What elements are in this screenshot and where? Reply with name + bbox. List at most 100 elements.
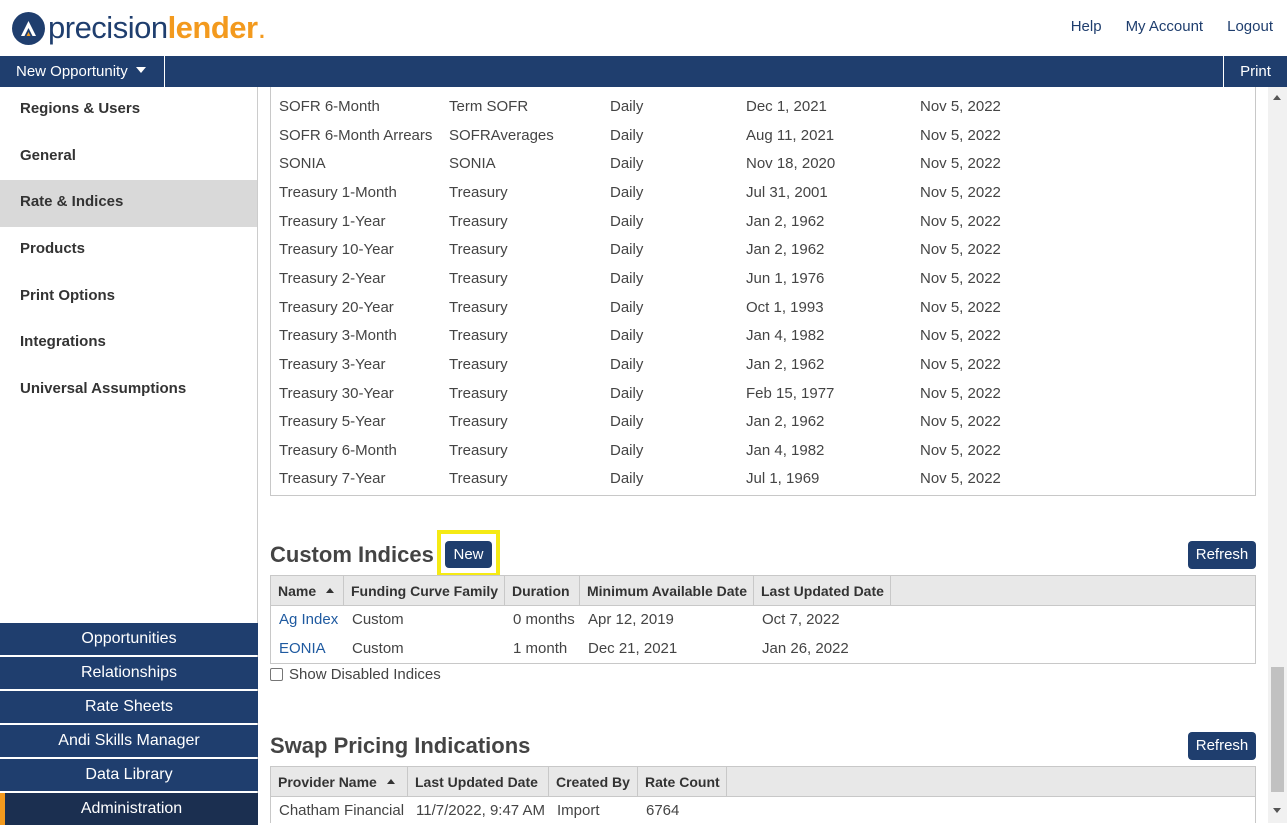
last-updated-date-cell: Nov 5, 2022 <box>920 298 1001 316</box>
table-row[interactable]: SOFR 6-Month Term SOFR Daily Dec 1, 2021 Nov… <box>271 92 1255 121</box>
funding-curve-family-cell: Term SOFR <box>449 98 529 115</box>
custom-indices-title: Custom Indices <box>270 542 434 567</box>
column-header-funding-curve-family[interactable]: Funding Curve Family <box>344 576 505 606</box>
table-row[interactable]: SOFR 6-Month Arrears SOFRAverages Daily Aug… <box>271 121 1255 150</box>
frequency-cell: Daily <box>610 155 644 173</box>
table-row[interactable]: Treasury 20-Year Treasury Daily Oct 1, 1993… <box>271 293 1255 322</box>
funding-curve-family-cell: Treasury <box>449 470 508 488</box>
last-updated-date-cell: Nov 5, 2022 <box>920 155 1001 173</box>
column-header-last-updated-date[interactable]: Last Updated Date <box>754 576 891 606</box>
nav-relationships[interactable]: Relationships <box>0 657 258 689</box>
table-row[interactable]: Treasury 5-Year Treasury Daily Jan 2, 1962 N… <box>271 407 1255 436</box>
swap-pricing-refresh-button[interactable]: Refresh <box>1188 732 1256 760</box>
logo-wordmark-part2: lender <box>167 10 259 45</box>
column-header-minimum-available-date[interactable]: Minimum Available Date <box>580 576 754 606</box>
top-links: Help My Account Logout <box>1071 18 1273 35</box>
custom-indices-grid: Name Funding Curve Family Duration Minim… <box>270 575 1256 664</box>
table-row[interactable]: Treasury 1-Year Treasury Daily Jan 2, 1962 N… <box>271 207 1255 236</box>
table-row[interactable]: Treasury 3-Year Treasury Daily Jan 2, 1962 N… <box>271 350 1255 379</box>
print-button[interactable]: Print <box>1223 56 1287 87</box>
minimum-available-date-cell: Jun 1, 1976 <box>746 269 825 287</box>
frequency-cell: Daily <box>610 327 644 345</box>
show-disabled-indices-checkbox[interactable] <box>270 668 283 681</box>
table-row[interactable]: Treasury 7-Year Treasury Daily Jul 1, 1969 N… <box>271 464 1255 493</box>
table-row[interactable]: EONIA Custom 1 month Dec 21, 2021 Jan 26… <box>271 635 1255 664</box>
logo-wordmark: precisionlender. <box>48 10 266 46</box>
index-name-link[interactable]: EONIA <box>279 640 326 657</box>
show-disabled-indices-label[interactable]: Show Disabled Indices <box>289 666 441 683</box>
table-row[interactable]: Treasury 1-Month Treasury Daily Jul 31, 200… <box>271 178 1255 207</box>
table-row[interactable]: Treasury 10-Year Treasury Daily Jan 2, 1962… <box>271 235 1255 264</box>
swap-pricing-grid: Provider Name Last Updated Date Created … <box>270 766 1256 823</box>
my-account-link[interactable]: My Account <box>1126 18 1204 35</box>
last-updated-date-cell: Nov 5, 2022 <box>920 212 1001 230</box>
minimum-available-date-cell: Jan 4, 1982 <box>746 327 825 345</box>
duration-cell: 0 months <box>513 611 575 628</box>
scrollbar-thumb[interactable] <box>1271 667 1284 792</box>
logo-mark-icon <box>12 11 45 45</box>
frequency-cell: Daily <box>610 212 644 230</box>
minimum-available-date-cell: Jan 2, 1962 <box>746 212 825 230</box>
table-row[interactable]: Chatham Financial 11/7/2022, 9:47 AM Imp… <box>271 797 1255 823</box>
column-header-rate-count[interactable]: Rate Count <box>638 767 727 797</box>
last-updated-date-cell: Nov 5, 2022 <box>920 183 1001 201</box>
minimum-available-date-cell: Jul 31, 2001 <box>746 183 828 201</box>
nav-andi-skills-manager[interactable]: Andi Skills Manager <box>0 725 258 757</box>
minimum-available-date-cell: Jan 2, 1962 <box>746 355 825 373</box>
nav-administration[interactable]: Administration <box>0 793 258 825</box>
nav-rate-sheets[interactable]: Rate Sheets <box>0 691 258 723</box>
table-row[interactable]: Treasury 6-Month Treasury Daily Jan 4, 1982… <box>271 436 1255 465</box>
scroll-down-arrow-icon[interactable] <box>1273 808 1281 813</box>
index-name-cell: Treasury 5-Year <box>279 413 386 431</box>
table-row[interactable]: Treasury 2-Year Treasury Daily Jun 1, 1976 N… <box>271 264 1255 293</box>
help-link[interactable]: Help <box>1071 18 1102 35</box>
minimum-available-date-cell: Nov 18, 2020 <box>746 155 836 173</box>
new-opportunity-dropdown[interactable]: New Opportunity <box>0 56 165 87</box>
funding-curve-family-cell: Treasury <box>449 384 508 402</box>
table-row[interactable]: SONIA SONIA Daily Nov 18, 2020 Nov 5, 2022 <box>271 149 1255 178</box>
funding-curve-family-cell: Treasury <box>449 269 508 287</box>
sidebar-item-integrations[interactable]: Integrations <box>0 320 257 367</box>
minimum-available-date-cell: Apr 12, 2019 <box>588 611 674 628</box>
sidebar-item-universal-assumptions[interactable]: Universal Assumptions <box>0 367 257 414</box>
last-updated-date-cell: Jan 26, 2022 <box>762 640 849 657</box>
table-row[interactable]: Ag Index Custom 0 months Apr 12, 2019 Oc… <box>271 606 1255 635</box>
funding-curve-family-cell: Custom <box>352 640 404 657</box>
nav-opportunities[interactable]: Opportunities <box>0 623 258 655</box>
new-custom-index-button[interactable]: New <box>445 541 492 568</box>
sidebar-item-rate-indices[interactable]: Rate & Indices <box>0 180 257 228</box>
index-name-link[interactable]: Ag Index <box>279 611 338 628</box>
frequency-cell: Daily <box>610 298 644 316</box>
custom-indices-refresh-button[interactable]: Refresh <box>1188 541 1256 569</box>
sidebar-item-print-options[interactable]: Print Options <box>0 274 257 321</box>
sidebar-item-general[interactable]: General <box>0 134 257 181</box>
sidebar-item-regions-users[interactable]: Regions & Users <box>0 87 257 134</box>
admin-sidebar: Regions & Users General Rate & Indices P… <box>0 87 258 825</box>
index-name-cell: Treasury 10-Year <box>279 241 394 259</box>
sort-ascending-icon <box>326 587 335 593</box>
column-header-provider-name[interactable]: Provider Name <box>271 767 408 797</box>
column-header-duration[interactable]: Duration <box>505 576 580 606</box>
new-opportunity-label: New Opportunity <box>16 63 128 80</box>
precisionlender-logo[interactable]: precisionlender. <box>12 10 266 46</box>
logo-wordmark-part1: precision <box>48 10 168 45</box>
page-scrollbar[interactable] <box>1268 87 1287 823</box>
funding-curve-family-cell: Treasury <box>449 241 508 259</box>
column-header-name[interactable]: Name <box>271 576 344 606</box>
minimum-available-date-cell: Dec 1, 2021 <box>746 98 827 115</box>
sidebar-item-products[interactable]: Products <box>0 227 257 274</box>
show-disabled-indices-row[interactable]: Show Disabled Indices <box>270 666 441 683</box>
scroll-up-arrow-icon[interactable] <box>1273 95 1281 100</box>
logout-link[interactable]: Logout <box>1227 18 1273 35</box>
minimum-available-date-cell: Feb 15, 1977 <box>746 384 835 402</box>
frequency-cell: Daily <box>610 470 644 488</box>
last-updated-date-cell: Nov 5, 2022 <box>920 126 1001 144</box>
bottom-nav: Opportunities Relationships Rate Sheets … <box>0 623 258 827</box>
table-row[interactable]: Treasury 30-Year Treasury Daily Feb 15, 197… <box>271 379 1255 408</box>
index-name-cell: Treasury 1-Year <box>279 212 386 230</box>
table-row[interactable]: Treasury 3-Month Treasury Daily Jan 4, 1982… <box>271 321 1255 350</box>
nav-data-library[interactable]: Data Library <box>0 759 258 791</box>
column-header-created-by[interactable]: Created By <box>549 767 638 797</box>
column-header-last-updated-date[interactable]: Last Updated Date <box>408 767 549 797</box>
frequency-cell: Daily <box>610 98 644 115</box>
